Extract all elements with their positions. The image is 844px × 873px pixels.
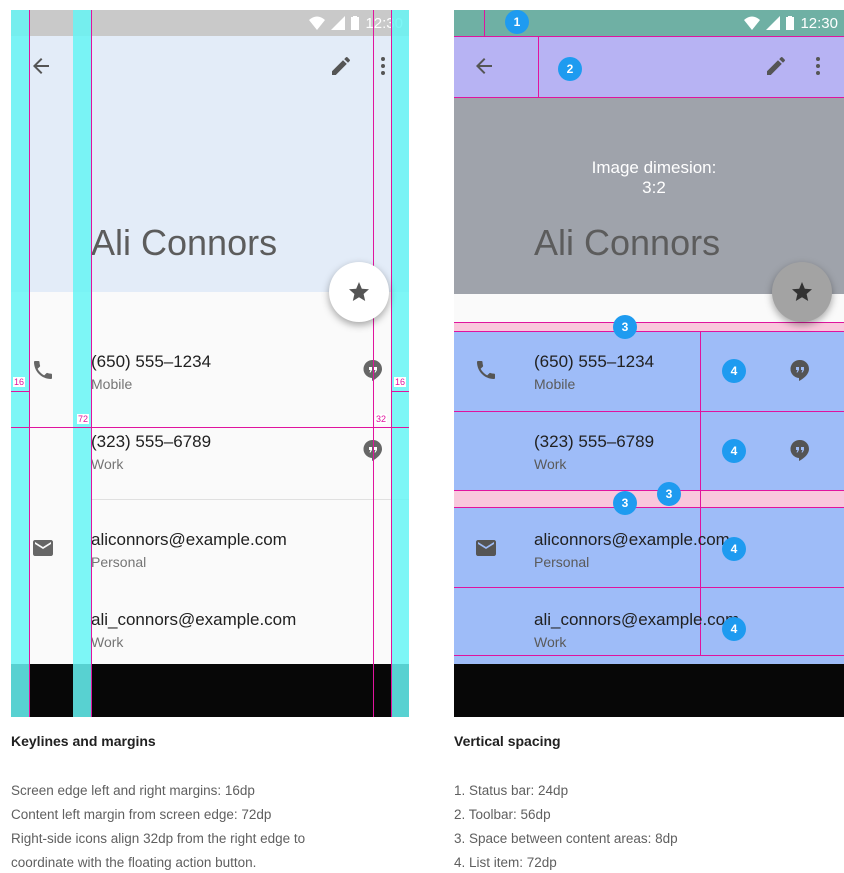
- list-item[interactable]: aliconnors@example.com Personal: [454, 510, 844, 588]
- list-item[interactable]: (650) 555–1234 Mobile: [11, 332, 409, 410]
- phone-number: (323) 555–6789: [534, 432, 655, 451]
- image-dimension-note: Image dimesion: 3:2: [454, 158, 844, 198]
- keylines-caption-title: Keylines and margins: [11, 733, 156, 749]
- phone-type: Mobile: [534, 376, 576, 392]
- list-item[interactable]: (323) 555–6789 Work: [11, 412, 409, 490]
- divider: [91, 499, 409, 500]
- star-icon: [349, 282, 369, 301]
- favorite-fab[interactable]: [772, 262, 832, 322]
- badge-spacing: 3: [613, 491, 637, 515]
- phone-type: Work: [534, 456, 567, 472]
- edit-icon[interactable]: [764, 54, 788, 78]
- badge-toolbar: 2: [558, 57, 582, 81]
- toolbar: [454, 36, 844, 98]
- vertical-spacing-caption-title: Vertical spacing: [454, 733, 561, 749]
- badge-spacing: 3: [657, 482, 681, 506]
- navigation-bar: [11, 664, 409, 717]
- icons-right-label: 32: [375, 414, 388, 424]
- badge-status-bar: 1: [505, 10, 529, 34]
- spacing-band: [454, 322, 844, 332]
- list-item[interactable]: (323) 555–6789 Work: [454, 412, 844, 490]
- badge-spacing: 3: [613, 315, 637, 339]
- email-address: aliconnors@example.com: [534, 530, 730, 549]
- badge-list-item: 4: [722, 359, 746, 383]
- contact-name: Ali Connors: [534, 222, 721, 263]
- phone-icon: [34, 361, 52, 379]
- margin-left-label: 16: [13, 377, 26, 387]
- badge-list-item: 4: [722, 617, 746, 641]
- caption-line: Right-side icons align 32dp from the rig…: [11, 831, 306, 846]
- phone-number: (323) 555–6789: [91, 432, 212, 451]
- keylines-caption: Screen edge left and right margins: 16dp…: [11, 779, 305, 873]
- badge-list-item: 4: [722, 439, 746, 463]
- email-type: Work: [534, 634, 567, 650]
- caption-line: Content left margin from screen edge: 72…: [11, 807, 272, 822]
- caption-line: 4. List item: 72dp: [454, 855, 557, 870]
- battery-icon: [351, 16, 360, 30]
- image-ratio-label: 3:2: [642, 178, 666, 197]
- phone-icon: [477, 361, 495, 379]
- email-icon: [476, 540, 496, 556]
- more-vert-icon[interactable]: [806, 54, 830, 78]
- back-arrow-icon[interactable]: [29, 54, 53, 78]
- badge-list-item: 4: [722, 537, 746, 561]
- status-time: 12:30: [365, 14, 403, 32]
- navigation-bar: [454, 664, 844, 717]
- status-time: 12:30: [800, 14, 838, 32]
- more-vert-icon[interactable]: [371, 54, 395, 78]
- list-item[interactable]: (650) 555–1234 Mobile: [454, 332, 844, 410]
- list-item[interactable]: aliconnors@example.com Personal: [11, 510, 409, 588]
- email-type: Work: [91, 634, 124, 650]
- email-type: Personal: [534, 554, 590, 570]
- keylines-screen-mockup: 12:30 Ali Connors (650) 555–1234 Mobile …: [11, 10, 409, 717]
- spacing-band: [454, 490, 844, 508]
- phone-type: Mobile: [91, 376, 133, 392]
- vertical-spacing-caption: 1. Status bar: 24dp 2. Toolbar: 56dp 3. …: [454, 779, 678, 873]
- phone-number: (650) 555–1234: [534, 352, 655, 371]
- signal-icon: [331, 16, 346, 30]
- caption-line: coordinate with the floating action butt…: [11, 855, 257, 870]
- signal-icon: [766, 16, 781, 30]
- back-arrow-icon[interactable]: [472, 54, 496, 78]
- vertical-spacing-screen-mockup: 12:30 Image dimesion: 3:2 Ali Connors (6…: [454, 10, 844, 717]
- email-address: ali_connors@example.com: [534, 610, 740, 629]
- hangouts-icon[interactable]: [788, 438, 812, 462]
- caption-line: Screen edge left and right margins: 16dp: [11, 783, 255, 798]
- hangouts-icon[interactable]: [361, 358, 385, 382]
- favorite-fab[interactable]: [329, 262, 389, 322]
- image-note-label: Image dimesion:: [591, 158, 717, 177]
- star-icon: [792, 282, 812, 301]
- hangouts-icon[interactable]: [788, 358, 812, 382]
- status-bar: 12:30: [11, 10, 409, 36]
- list-item[interactable]: ali_connors@example.com Work: [11, 590, 409, 668]
- wifi-icon: [309, 16, 326, 30]
- phone-number: (650) 555–1234: [91, 352, 212, 371]
- email-address: ali_connors@example.com: [91, 610, 297, 629]
- contact-name: Ali Connors: [91, 222, 278, 263]
- image-header: [454, 98, 844, 294]
- content-left-label: 72: [77, 414, 90, 424]
- edit-icon[interactable]: [329, 54, 353, 78]
- email-address: aliconnors@example.com: [91, 530, 287, 549]
- battery-icon: [786, 16, 795, 30]
- margin-right-label: 16: [394, 377, 407, 387]
- phone-type: Work: [91, 456, 124, 472]
- email-type: Personal: [91, 554, 147, 570]
- list-item[interactable]: ali_connors@example.com Work: [454, 590, 844, 668]
- email-icon: [33, 540, 53, 556]
- caption-line: 1. Status bar: 24dp: [454, 783, 569, 798]
- caption-line: 2. Toolbar: 56dp: [454, 807, 551, 822]
- hangouts-icon[interactable]: [361, 438, 385, 462]
- wifi-icon: [744, 16, 761, 30]
- toolbar: [11, 36, 409, 98]
- caption-line: 3. Space between content areas: 8dp: [454, 831, 678, 846]
